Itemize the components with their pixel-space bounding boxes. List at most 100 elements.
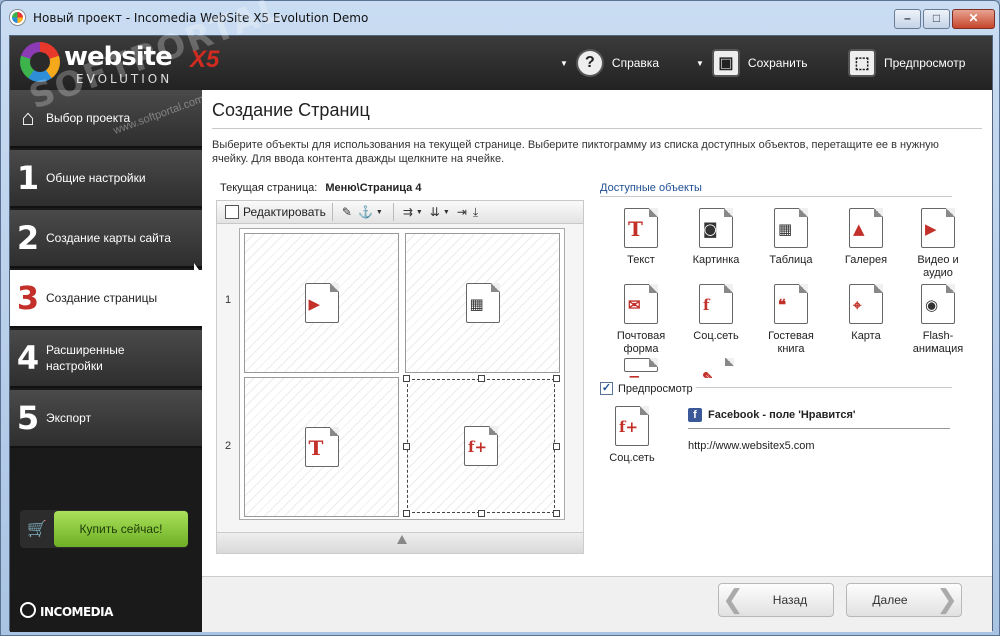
sidebar-item-page[interactable]: 3 Создание страницы	[10, 270, 202, 328]
sidebar-item-label: Расширенные настройки	[46, 343, 125, 373]
app-window: Новый проект - Incomedia WebSite X5 Evol…	[0, 0, 1000, 636]
video-icon: ▶	[921, 208, 955, 248]
grid-cell-video[interactable]: ▶	[244, 233, 399, 373]
sidebar-item-export[interactable]: 5 Экспорт	[10, 390, 202, 448]
next-label: Далее	[872, 593, 908, 607]
sidebar-item-project[interactable]: ⌂ Выбор проекта	[10, 90, 202, 148]
edit-label: Редактировать	[243, 205, 326, 219]
chevron-down-icon[interactable]: ▼	[443, 209, 450, 216]
image-icon: ◙	[699, 208, 733, 248]
object-flash[interactable]: ◉ Flash-анимация	[902, 284, 974, 356]
chevron-down-icon[interactable]: ▼	[376, 209, 383, 216]
divider	[600, 196, 952, 197]
facebook-url: http://www.websitex5.com	[688, 440, 815, 452]
chevron-down-icon[interactable]: ▼	[560, 59, 568, 68]
object-video[interactable]: ▶ Видео и аудио	[902, 208, 974, 280]
maximize-button[interactable]: □	[923, 9, 950, 29]
anchor-icon[interactable]: ⚓	[358, 205, 373, 219]
facebook-title: Facebook - поле 'Нравится'	[708, 409, 856, 421]
object-social[interactable]: f Соц.сеть	[680, 284, 752, 343]
grid-cell-text[interactable]: T	[244, 377, 399, 517]
map-icon: ⌖	[849, 284, 883, 324]
rows-icon[interactable]: ⇊	[430, 205, 440, 219]
object-map[interactable]: ⌖ Карта	[830, 284, 902, 343]
resize-handle[interactable]	[553, 375, 560, 382]
insert-column-icon[interactable]: ⤓	[473, 205, 478, 220]
social-icon: f+	[615, 406, 649, 446]
sidebar-item-general[interactable]: 1 Общие настройки	[10, 150, 202, 208]
help-button[interactable]: ▼ ? Справка	[560, 48, 659, 78]
resize-handle[interactable]	[403, 443, 410, 450]
sidebar: ⌂ Выбор проекта 1 Общие настройки 2 Созд…	[10, 90, 202, 632]
grid-cell-social[interactable]: f+	[407, 379, 555, 513]
header-bar: website X5 EVOLUTION ▼ ? Справка ▼ ▣ Сох…	[10, 36, 992, 90]
preview-checkbox-label: Предпросмотр	[618, 382, 693, 395]
title-bar[interactable]: Новый проект - Incomedia WebSite X5 Evol…	[1, 1, 999, 35]
preview-checkbox[interactable]: ✓	[600, 382, 613, 395]
divider	[688, 428, 950, 429]
object-table[interactable]: ▦ Таблица	[755, 208, 827, 267]
current-page-label: Текущая страница:	[220, 182, 318, 194]
row-label: 1	[225, 294, 232, 306]
minimize-button[interactable]: –	[894, 9, 921, 29]
object-guestbook[interactable]: ❝ Гостевая книга	[755, 284, 827, 356]
chevron-down-icon[interactable]: ▼	[416, 209, 423, 216]
divider	[212, 128, 982, 129]
resize-handle[interactable]	[478, 375, 485, 382]
incomedia-logo: INCOMEDIA	[20, 602, 113, 619]
bottom-nav: ❮ Назад Далее ❯	[202, 576, 992, 632]
table-icon: ▦	[774, 208, 808, 248]
object-image[interactable]: ◙ Картинка	[680, 208, 752, 267]
preview-toggle[interactable]: ✓ Предпросмотр	[600, 382, 693, 395]
text-icon: T	[624, 208, 658, 248]
html-code-icon: ✎	[699, 358, 734, 378]
object-text[interactable]: T Текст	[605, 208, 677, 267]
logo-ring-icon	[20, 42, 60, 82]
row-label: 2	[225, 440, 232, 452]
intro-text: Выберите объекты для использования на те…	[212, 139, 939, 165]
sidebar-item-label: Создание страницы	[46, 291, 158, 305]
object-html[interactable]: ≡	[605, 358, 677, 378]
sidebar-item-advanced[interactable]: 4 Расширенные настройки	[10, 330, 202, 388]
next-button[interactable]: Далее ❯	[846, 583, 962, 617]
resize-handle[interactable]	[553, 443, 560, 450]
resize-handle[interactable]	[478, 510, 485, 517]
help-label: Справка	[611, 56, 659, 70]
back-button[interactable]: ❮ Назад	[718, 583, 834, 617]
divider	[331, 203, 333, 221]
save-label: Сохранить	[747, 56, 808, 70]
page-grid: ▶ ▦ T f+	[239, 228, 565, 520]
facebook-heading: f Facebook - поле 'Нравится'	[688, 408, 856, 422]
sidebar-item-label: Экспорт	[46, 411, 92, 425]
slider-thumb[interactable]	[397, 535, 407, 544]
insert-row-icon[interactable]: ⇥	[457, 205, 467, 219]
grid-scrollbar[interactable]	[216, 532, 584, 554]
preview-button[interactable]: ⬚ Предпросмотр	[848, 48, 965, 78]
guestbook-icon: ❝	[774, 284, 808, 324]
resize-handle[interactable]	[403, 510, 410, 517]
chevron-left-icon: ❮	[722, 585, 744, 615]
properties-icon[interactable]: ✎	[342, 205, 352, 219]
save-button[interactable]: ▼ ▣ Сохранить	[696, 48, 808, 78]
video-icon: ▶	[304, 283, 339, 323]
chevron-down-icon[interactable]: ▼	[696, 59, 704, 68]
help-icon: ?	[575, 49, 604, 77]
logo: website X5 EVOLUTION	[20, 42, 240, 86]
gallery-icon: ▲	[849, 208, 883, 248]
object-gallery[interactable]: ▲ Галерея	[830, 208, 902, 267]
object-html-code[interactable]: ✎	[680, 358, 752, 378]
sidebar-item-label: Создание карты сайта	[46, 231, 171, 245]
buy-now-button[interactable]: Купить сейчас!	[54, 511, 188, 547]
grid-cell-table[interactable]: ▦	[405, 233, 560, 373]
resize-handle[interactable]	[553, 510, 560, 517]
sidebar-item-sitemap[interactable]: 2 Создание карты сайта	[10, 210, 202, 268]
logo-x5: X5	[190, 46, 220, 73]
page-grid-area: 1 2 ▶ ▦ T f+	[216, 224, 584, 532]
buy-box: 🛒 Купить сейчас!	[20, 510, 188, 548]
edit-button[interactable]: Редактировать	[225, 205, 326, 219]
object-mail-form[interactable]: ✉ Почтовая форма	[605, 284, 677, 356]
close-button[interactable]: ✕	[952, 9, 995, 29]
columns-icon[interactable]: ⇉	[403, 205, 413, 219]
resize-handle[interactable]	[403, 375, 410, 382]
floppy-icon: ▣	[711, 49, 740, 77]
